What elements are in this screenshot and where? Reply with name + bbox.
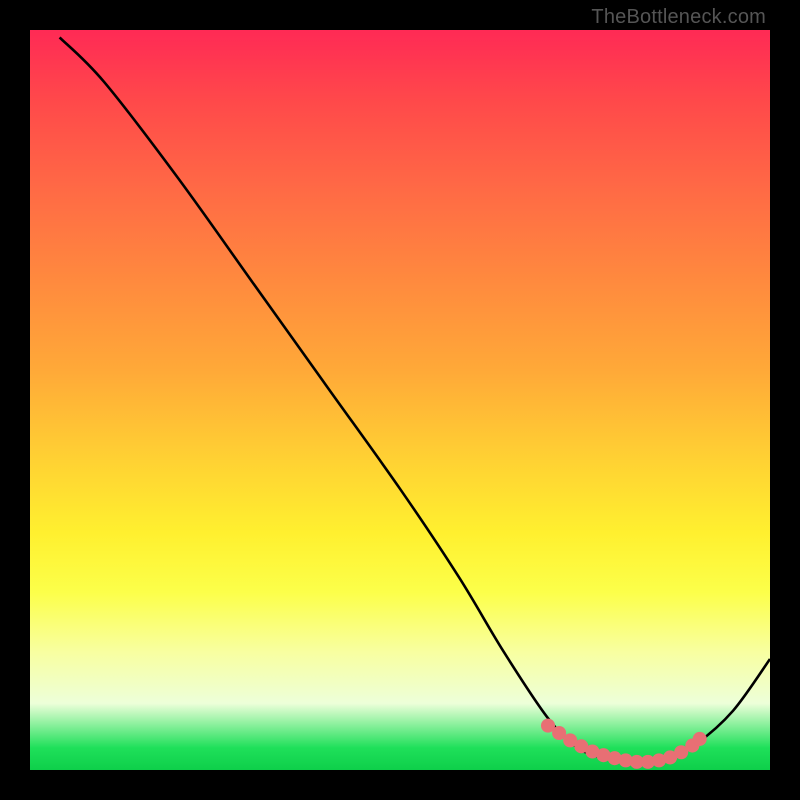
watermark-label: TheBottleneck.com bbox=[591, 6, 766, 29]
bottleneck-curve bbox=[60, 37, 770, 762]
marker-dot bbox=[693, 732, 707, 746]
chart-overlay bbox=[30, 30, 770, 770]
chart-frame: TheBottleneck.com bbox=[0, 0, 800, 800]
marker-group bbox=[541, 719, 707, 769]
